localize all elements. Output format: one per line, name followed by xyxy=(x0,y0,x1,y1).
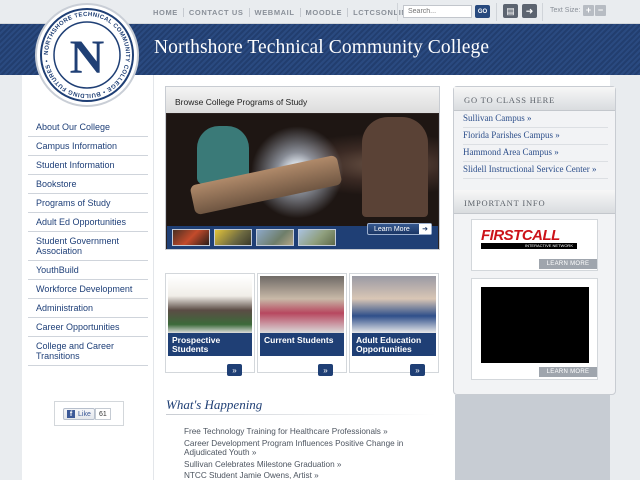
heading-rule xyxy=(166,414,436,415)
arrow-right-icon[interactable]: » xyxy=(410,364,425,376)
video-player[interactable] xyxy=(481,287,589,363)
nav-campus-information[interactable]: Campus Information xyxy=(28,137,148,156)
news-item[interactable]: Free Technology Training for Healthcare … xyxy=(184,427,444,437)
audience-label: Adult Education Opportunities xyxy=(352,333,436,356)
campus-link-slidell[interactable]: Slidell Instructional Service Center » xyxy=(463,164,608,179)
welding-photo[interactable] xyxy=(167,114,438,226)
firstcall-learn-more-button[interactable]: LEARN MORE xyxy=(539,259,597,269)
arrow-right-icon[interactable]: » xyxy=(318,364,333,376)
slide-thumbnail[interactable] xyxy=(256,229,294,246)
nav-administration[interactable]: Administration xyxy=(28,299,148,318)
text-size-increase-button[interactable]: + xyxy=(583,5,594,16)
seal-initial: N xyxy=(70,31,105,84)
learn-more-label: Learn More xyxy=(374,225,410,233)
audience-current-students[interactable]: Current Students xyxy=(257,273,347,373)
left-nav: About Our College Campus Information Stu… xyxy=(28,118,148,366)
facebook-like-count: 61 xyxy=(95,408,111,420)
nav-bookstore[interactable]: Bookstore xyxy=(28,175,148,194)
toolbar-divider xyxy=(542,3,543,21)
topnav-webmail[interactable]: WEBMAIL xyxy=(250,8,300,17)
audience-label: Current Students xyxy=(260,333,344,356)
nav-adult-ed-opportunities[interactable]: Adult Ed Opportunities xyxy=(28,213,148,232)
news-item[interactable]: Career Development Program Influences Po… xyxy=(184,439,444,458)
campus-link-hammond[interactable]: Hammond Area Campus » xyxy=(463,147,608,162)
facebook-icon: f xyxy=(67,410,75,418)
search-go-button[interactable]: GO xyxy=(475,5,490,18)
photo-figure-right xyxy=(362,117,428,217)
important-info-heading: IMPORTANT INFO xyxy=(454,190,615,214)
toolbar-divider xyxy=(397,3,398,21)
whats-happening-heading: What's Happening xyxy=(166,397,263,412)
firstcall-banner[interactable]: FIRSTCALL INTERACTIVE NETWORK LEARN MORE xyxy=(471,219,598,271)
topnav-contact-us[interactable]: CONTACT US xyxy=(184,8,249,17)
college-seal-logo[interactable]: NORTHSHORE TECHNICAL COMMUNITY COLLEGE •… xyxy=(35,3,139,107)
topnav-moodle[interactable]: MOODLE xyxy=(301,8,348,17)
nav-youthbuild[interactable]: YouthBuild xyxy=(28,261,148,280)
facebook-like-widget: f Like 61 xyxy=(54,401,124,426)
slide-thumbnail[interactable] xyxy=(214,229,252,246)
classroom-photo xyxy=(260,276,344,333)
nav-student-information[interactable]: Student Information xyxy=(28,156,148,175)
site-title[interactable]: Northshore Technical Community College xyxy=(154,37,489,59)
toolbar-divider xyxy=(496,3,497,21)
column-divider xyxy=(153,75,154,480)
audience-prospective-students[interactable]: Prospective Students xyxy=(165,273,255,373)
facebook-like-button[interactable]: f Like xyxy=(63,408,95,420)
text-size-label: Text Size: xyxy=(550,7,581,14)
audience-label: Prospective Students xyxy=(168,333,252,356)
audience-adult-education[interactable]: Adult Education Opportunities xyxy=(349,273,439,373)
news-list: Free Technology Training for Healthcare … xyxy=(184,427,444,480)
video-learn-more-button[interactable]: LEARN MORE xyxy=(539,367,597,377)
nav-student-government[interactable]: Student Government Association xyxy=(28,232,148,261)
nav-programs-of-study[interactable]: Programs of Study xyxy=(28,194,148,213)
campus-link-florida-parishes[interactable]: Florida Parishes Campus » xyxy=(463,130,608,145)
text-size-decrease-button[interactable]: − xyxy=(595,5,606,16)
news-item[interactable]: Sullivan Celebrates Milestone Graduation… xyxy=(184,460,444,470)
campus-link-sullivan[interactable]: Sullivan Campus » xyxy=(463,113,608,128)
top-nav: HOME CONTACT US WEBMAIL MOODLE LCTCSONLI… xyxy=(148,0,418,24)
firstcall-logo: FIRSTCALL INTERACTIVE NETWORK xyxy=(481,228,577,252)
nav-career-opportunities[interactable]: Career Opportunities xyxy=(28,318,148,337)
facebook-like-label: Like xyxy=(78,410,91,418)
nav-college-career-transitions[interactable]: College and Career Transitions xyxy=(28,337,148,366)
right-column-footer xyxy=(455,395,610,480)
adult-learners-photo xyxy=(352,276,436,333)
slide-thumbnail[interactable] xyxy=(298,229,336,246)
nav-about-our-college[interactable]: About Our College xyxy=(28,118,148,137)
go-to-class-heading: GO TO CLASS HERE xyxy=(454,87,615,111)
video-widget: LEARN MORE xyxy=(471,278,598,380)
feature-learn-more-button[interactable]: Learn More ➜ xyxy=(367,223,432,235)
left-gutter xyxy=(0,75,22,480)
share-icon[interactable]: ➜ xyxy=(522,4,537,18)
arrow-right-icon: ➜ xyxy=(419,224,431,234)
students-photo xyxy=(168,276,252,333)
news-item[interactable]: NTCC Student Jamie Owens, Artist » xyxy=(184,471,444,480)
firstcall-logo-text: FIRSTCALL xyxy=(481,227,560,244)
print-icon[interactable]: ▤ xyxy=(503,4,518,18)
slide-thumbnail[interactable] xyxy=(172,229,210,246)
nav-workforce-development[interactable]: Workforce Development xyxy=(28,280,148,299)
feature-caption: Browse College Programs of Study xyxy=(166,87,439,113)
topnav-home[interactable]: HOME xyxy=(148,8,183,17)
search-input[interactable] xyxy=(403,5,472,18)
arrow-right-icon[interactable]: » xyxy=(227,364,242,376)
